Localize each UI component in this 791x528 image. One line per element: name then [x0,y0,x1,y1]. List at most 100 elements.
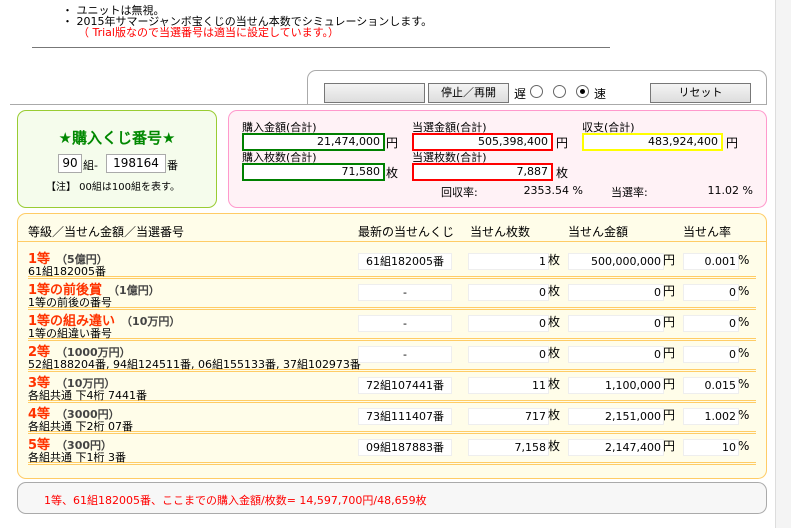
pause-resume-button[interactable]: 停止／再開 [428,83,509,103]
fast-label: 速 [594,87,607,101]
prize-numbers: 各組共通 下1桁 3番 [28,451,126,464]
header-latest: 最新の当せんくじ [358,225,455,239]
recovery-label: 回収率: [441,186,478,199]
latest-winner-field: - [358,346,452,363]
purchase-count-field: 71,580 [242,163,385,181]
status-message: 1等、61組182005番、ここまでの購入金額/枚数= 14,597,700円/… [44,494,427,507]
number-input[interactable]: 198164 [106,154,166,173]
control-panel: 停止／再開 遅 速 リセット [307,70,767,105]
win-amount-field: 0 [568,284,664,301]
speed-radio-1[interactable] [530,85,543,98]
speed-radio-3[interactable] [576,85,589,98]
win-count-field: 0 [468,284,549,301]
group-unit: 組- [83,159,98,172]
win-rate-field: 0 [683,346,739,363]
win-count-field: 7,158 [468,439,549,456]
win-amount-field: 500,000,000 [568,253,664,270]
rate-unit: % [738,346,750,360]
number-unit: 番 [167,159,178,172]
count-unit: 枚 [548,377,561,391]
header-amount: 当せん金額 [568,225,629,239]
table-row: 4等 （3000円） 各組共通 下2桁 07番 73組111407番 717 枚 … [28,400,756,434]
win-count-field: 7,887 [412,163,553,181]
win-amount-field: 2,151,000 [568,408,664,425]
prize-amount: （1億円） [108,284,160,297]
count-unit: 枚 [548,439,561,453]
speed-radio-2[interactable] [553,85,566,98]
rate-unit: % [738,377,750,391]
rate-unit: % [738,408,750,422]
mai-unit: 枚 [386,166,399,180]
win-rate-field: 0 [683,284,739,301]
win-rate-field: 0.001 [683,253,739,270]
header-rate: 当せん率 [683,225,732,239]
latest-winner-field: 72組107441番 [358,377,452,394]
latest-winner-field: 09組187883番 [358,439,452,456]
win-rate-field: 0.015 [683,377,739,394]
group-input[interactable]: 90 [58,154,82,173]
ticket-title: ★購入くじ番号★ [58,129,176,147]
win-amount-field: 0 [568,315,664,332]
win-count-field: 717 [468,408,549,425]
count-unit: 枚 [548,346,561,360]
ticket-panel: ★購入くじ番号★ 90 組- 198164 番 【注】 00組は100組を表す。 [17,110,217,208]
rate-unit: % [738,253,750,267]
table-row: 1等の前後賞 （1億円） 1等の前後の番号 - 0 枚 0 円 0 % [28,276,756,310]
header-grade: 等級／当せん金額／当選番号 [28,225,185,239]
win-count-field: 1 [468,253,549,270]
balance-field: 483,924,400 [582,133,723,151]
win-rate-field: 1.002 [683,408,739,425]
header-count: 当せん枚数 [470,225,531,239]
win-rate-field: 0 [683,315,739,332]
win-count-field: 0 [468,315,549,332]
recovery-value: 2353.54 % [523,184,583,197]
prize-table: 等級／当せん金額／当選番号 最新の当せんくじ 当せん枚数 当せん金額 当せん率 … [17,213,767,479]
win-amount-field: 2,147,400 [568,439,664,456]
win-rate-field: 10 [683,439,739,456]
amount-unit: 円 [663,315,676,329]
table-row: 2等 （1000万円） 52組188204番, 94組124511番, 06組15… [28,338,756,372]
latest-winner-field: - [358,284,452,301]
win-count-field: 0 [468,346,549,363]
mai-unit: 枚 [556,166,569,180]
rate-unit: % [738,439,750,453]
status-bar: 1等、61組182005番、ここまでの購入金額/枚数= 14,597,700円/… [17,482,767,514]
win-amount-field: 0 [568,346,664,363]
summary-panel: 購入金額(合計) 21,474,000 円 購入枚数(合計) 71,580 枚 … [228,110,767,208]
rate-unit: % [738,315,750,329]
amount-unit: 円 [663,377,676,391]
slow-label: 遅 [514,87,527,101]
win-count-field: 11 [468,377,549,394]
prize-amount: （10万円） [121,315,181,328]
blank-button[interactable] [324,83,425,103]
amount-unit: 円 [663,253,676,267]
divider [10,104,766,105]
table-row: 3等 （10万円） 各組共通 下4桁 7441番 72組107441番 11 枚 … [28,369,756,403]
table-row: 1等の組み違い （10万円） 1等の組違い番号 - 0 枚 0 円 0 % [28,307,756,341]
amount-unit: 円 [663,284,676,298]
ticket-note: 【注】 00組は100組を表す。 [46,182,180,193]
table-row: 5等 （300円） 各組共通 下1桁 3番 09組187883番 7,158 枚 … [28,431,756,465]
yen-unit: 円 [386,136,399,150]
rate-unit: % [738,284,750,298]
latest-winner-field: 61組182005番 [358,253,452,270]
count-unit: 枚 [548,315,561,329]
yen-unit: 円 [556,136,569,150]
count-unit: 枚 [548,284,561,298]
count-unit: 枚 [548,253,561,267]
header-divider [18,241,766,242]
amount-unit: 円 [663,439,676,453]
win-rate-label: 当選率: [611,186,648,199]
latest-winner-field: 73組111407番 [358,408,452,425]
scrollbar[interactable] [775,0,791,528]
latest-winner-field: - [358,315,452,332]
win-amount-field: 1,100,000 [568,377,664,394]
note-trial: （ Trial版なので当選番号は適当に設定しています。） [78,26,340,39]
amount-unit: 円 [663,346,676,360]
reset-button[interactable]: リセット [650,83,751,103]
divider [32,47,610,48]
win-rate-value: 11.02 % [707,184,753,197]
count-unit: 枚 [548,408,561,422]
yen-unit: 円 [726,136,739,150]
table-row: 1等 （5億円） 61組182005番 61組182005番 1 枚 500,00… [28,245,756,279]
